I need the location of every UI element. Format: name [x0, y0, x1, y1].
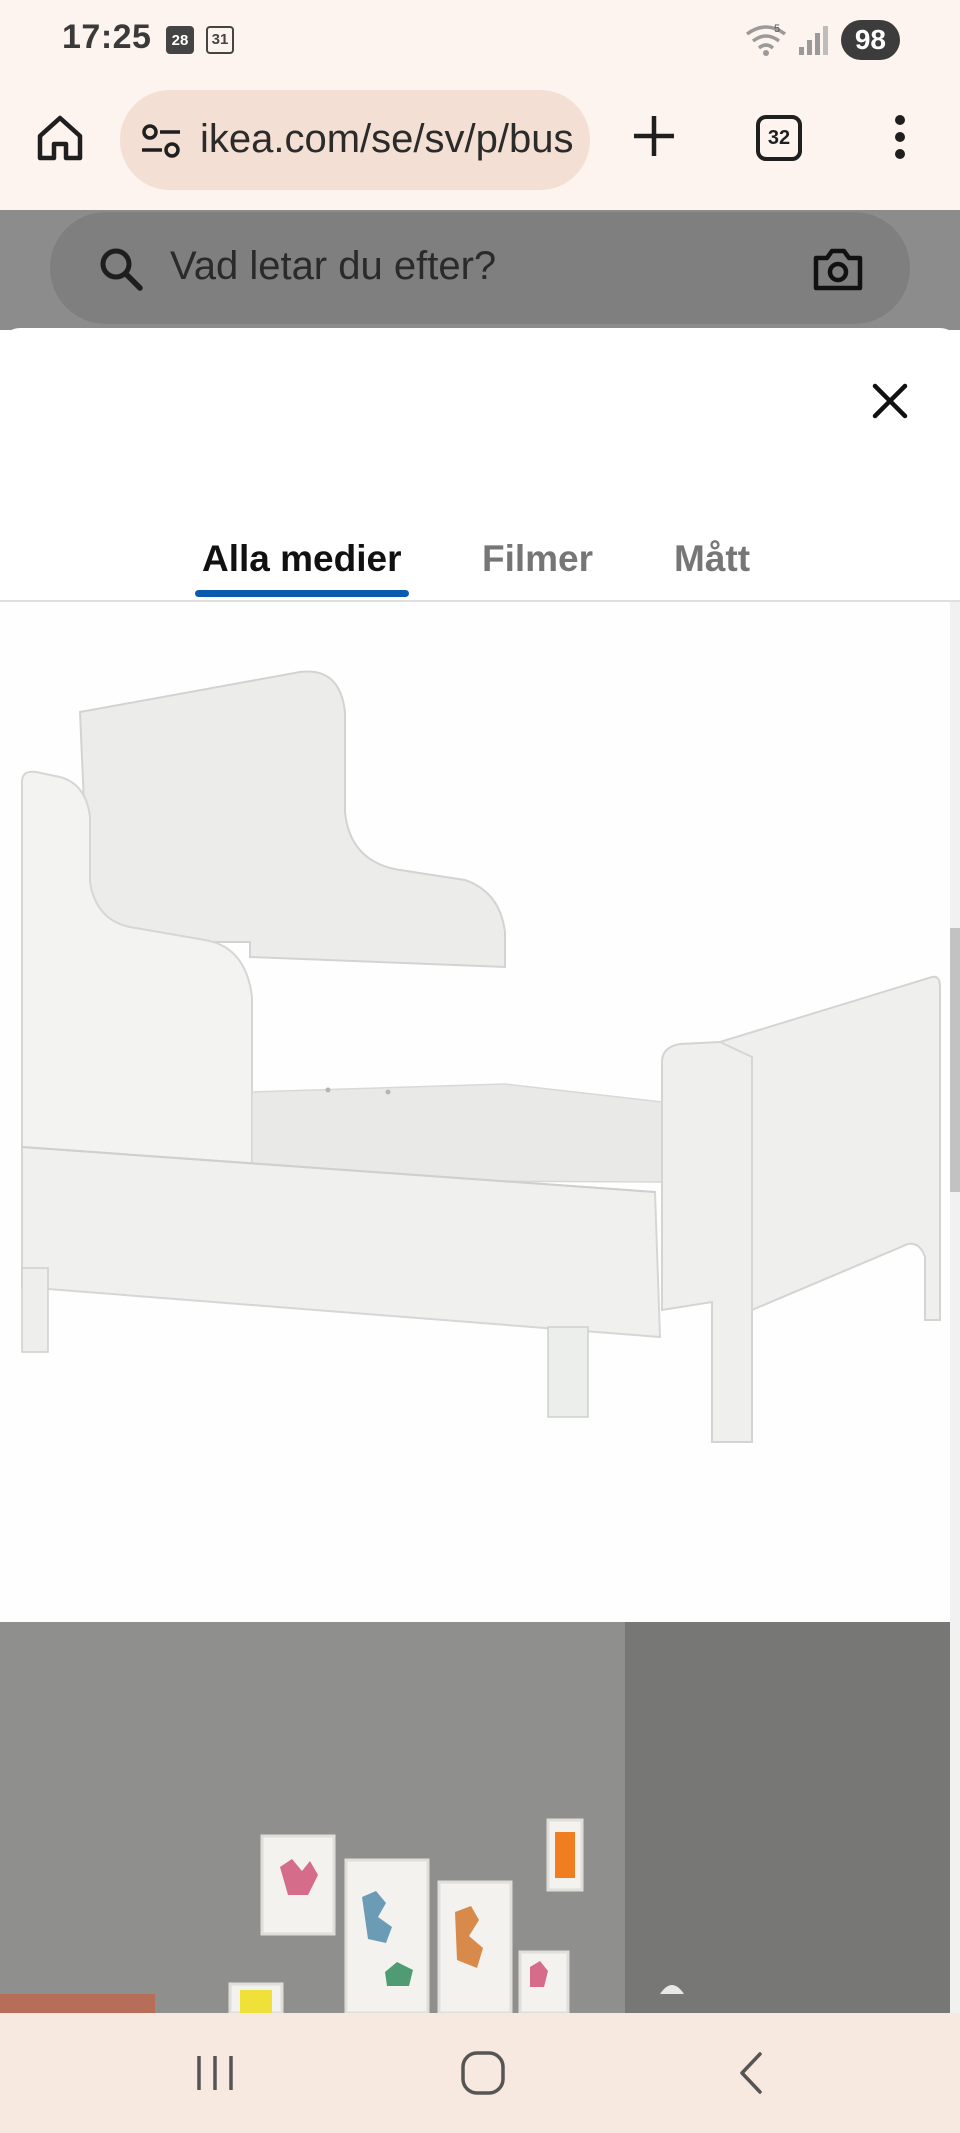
product-bed-image[interactable]	[0, 602, 950, 1622]
active-tab-indicator	[195, 590, 409, 597]
camera-icon[interactable]	[812, 246, 864, 292]
close-icon[interactable]	[865, 376, 915, 426]
search-bar[interactable]: Vad letar du efter?	[50, 212, 910, 324]
recent-apps-icon[interactable]	[185, 2048, 245, 2098]
more-vert-icon[interactable]	[880, 112, 920, 162]
battery-indicator: 98	[840, 20, 900, 60]
media-modal: Alla medier Filmer Mått	[0, 328, 960, 2013]
search-input[interactable]: Vad letar du efter?	[170, 244, 496, 289]
calendar-outline-icon: 31	[206, 26, 234, 54]
wifi-icon: 5	[745, 23, 786, 56]
svg-text:5: 5	[774, 23, 780, 35]
tab-filmer[interactable]: Filmer	[482, 538, 593, 580]
status-bar: 17:25 28 31 5 98	[0, 0, 960, 82]
children-room-image[interactable]	[0, 1622, 950, 2013]
url-text[interactable]: ikea.com/se/sv/p/bus	[200, 117, 590, 162]
tab-switcher-button[interactable]: 32	[756, 115, 802, 161]
media-tab-bar: Alla medier Filmer Mått	[0, 498, 960, 602]
tab-matt[interactable]: Mått	[674, 538, 750, 580]
status-time: 17:25	[62, 18, 152, 56]
signal-icon	[798, 26, 828, 55]
browser-toolbar: ikea.com/se/sv/p/bus 32	[0, 82, 960, 210]
tab-alla-medier[interactable]: Alla medier	[202, 538, 401, 580]
plus-icon[interactable]	[630, 112, 678, 160]
address-bar[interactable]: ikea.com/se/sv/p/bus	[120, 90, 590, 190]
scroll-track	[950, 602, 960, 2013]
home-circle-icon[interactable]	[453, 2048, 513, 2098]
search-icon	[100, 248, 143, 291]
calendar-icon: 28	[166, 26, 194, 54]
scrollbar-thumb[interactable]	[950, 928, 960, 1192]
page-header-dimmed: Vad letar du efter?	[0, 210, 960, 330]
home-icon[interactable]	[34, 112, 86, 164]
status-indicators: 5 98	[745, 20, 900, 60]
system-nav-bar	[0, 2013, 960, 2133]
back-icon[interactable]	[722, 2048, 782, 2098]
tune-icon[interactable]	[140, 120, 182, 162]
